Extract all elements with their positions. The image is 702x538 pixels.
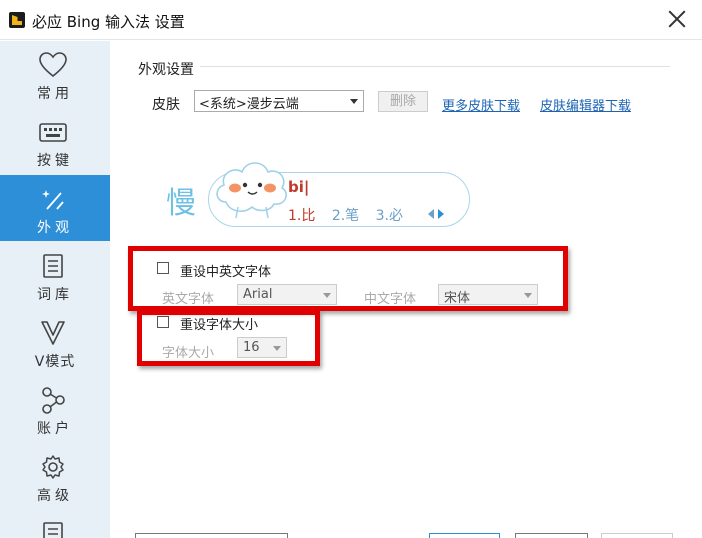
restore-defaults-button[interactable] xyxy=(135,533,288,538)
apply-button[interactable] xyxy=(601,533,673,538)
highlight-box-font xyxy=(128,246,568,311)
highlight-box-size xyxy=(137,310,320,366)
gear-icon xyxy=(42,455,64,479)
dictionary-icon xyxy=(43,254,63,278)
sidebar-item-appearance[interactable]: 外观 xyxy=(0,175,110,241)
sidebar-item-advanced[interactable]: 高级 xyxy=(0,443,110,509)
preview-input-text: bi| xyxy=(288,178,310,196)
delete-skin-button[interactable]: 删除 xyxy=(378,91,428,112)
sidebar-item-more[interactable] xyxy=(0,510,110,538)
sidebar-item-label: 词库 xyxy=(37,287,73,303)
preview-big-char: 慢 xyxy=(166,186,196,221)
skin-editor-link[interactable]: 皮肤编辑器下载 xyxy=(540,95,631,114)
chevron-down-icon xyxy=(350,99,358,104)
sidebar-item-label: V模式 xyxy=(34,354,76,370)
section-divider xyxy=(200,66,670,67)
cloud-mascot-icon xyxy=(216,162,287,219)
sidebar-item-label: 按键 xyxy=(37,153,73,169)
ok-button[interactable] xyxy=(429,533,500,538)
app-logo-icon xyxy=(9,12,25,28)
candidate-item: 1.比 xyxy=(288,208,316,224)
heart-icon xyxy=(39,52,67,78)
sidebar-item-label: 常用 xyxy=(37,86,73,102)
candidate-item: 2.笔 xyxy=(331,208,360,224)
sidebar-item-account[interactable]: 账户 xyxy=(0,376,110,442)
more-skins-link[interactable]: 更多皮肤下载 xyxy=(442,95,520,114)
sidebar-item-dictionary[interactable]: 词库 xyxy=(0,242,110,308)
sidebar-item-common[interactable]: 常用 xyxy=(0,41,110,107)
title-bar: 必应 Bing 输入法 设置 xyxy=(0,0,702,40)
keyboard-icon xyxy=(39,123,67,142)
sidebar-item-v-mode[interactable]: V模式 xyxy=(0,309,110,375)
sidebar-item-keys[interactable]: 按键 xyxy=(0,108,110,174)
cancel-button[interactable] xyxy=(515,533,588,538)
candidate-item: 3.必 xyxy=(375,208,403,224)
sidebar: 常用 按键 外观 词库 V模式 账户 高级 xyxy=(0,41,110,538)
account-share-icon xyxy=(42,387,65,414)
appearance-wand-icon xyxy=(42,190,64,210)
document-icon xyxy=(43,522,63,538)
sidebar-item-label: 账户 xyxy=(37,421,73,437)
sidebar-item-label: 高级 xyxy=(37,488,73,504)
v-mode-icon xyxy=(41,321,65,345)
preview-candidates: 1.比 2.笔 3.必 xyxy=(288,205,415,225)
window-title: 必应 Bing 输入法 设置 xyxy=(32,13,185,31)
skin-label: 皮肤 xyxy=(152,97,180,113)
page-arrows-icon xyxy=(428,209,444,219)
skin-select-value: <系统>漫步云端 xyxy=(199,97,299,112)
close-button[interactable] xyxy=(666,8,688,30)
section-title: 外观设置 xyxy=(138,62,194,78)
skin-select[interactable]: <系统>漫步云端 xyxy=(194,90,364,112)
sidebar-item-label: 外观 xyxy=(37,220,73,236)
